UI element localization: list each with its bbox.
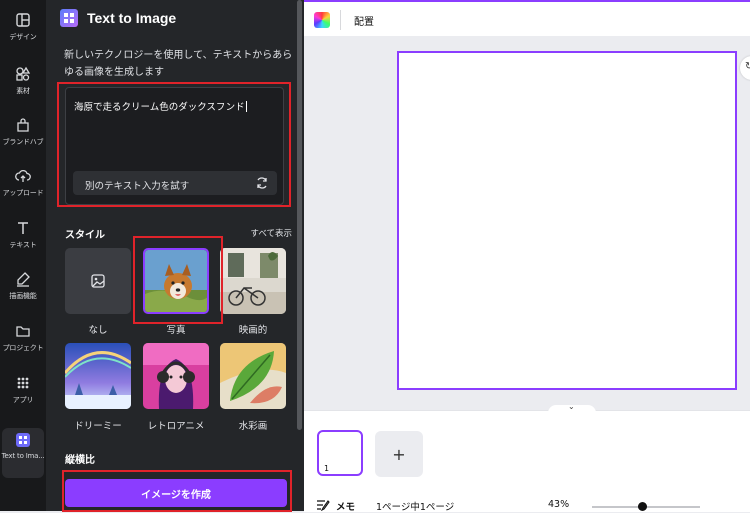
style-tile-photo[interactable] [143,248,209,314]
text-to-image-app-icon [60,9,78,27]
show-all-link[interactable]: すべて表示 [250,227,292,239]
retro-anime-style-preview [143,343,209,409]
style-tile-dreamy[interactable] [65,343,131,409]
style-label-retro-anime: レトロアニメ [147,421,205,432]
sidebar-item-brand-hub[interactable]: ブランドハブ [0,113,46,163]
style-label-cinematic: 映画的 [238,325,268,336]
watercolor-style-preview [220,343,286,409]
panel-scrollbar[interactable] [297,0,302,430]
editor-toolbar: 配置 [304,0,750,36]
style-tile-cinematic[interactable] [220,248,286,314]
style-label-dreamy: ドリーミー [74,421,122,432]
chevron-down-icon: ⌄ [568,402,575,411]
sidebar-item-label: テキスト [9,241,37,249]
panel-header: Text to Image [60,9,176,27]
elements-icon [16,66,31,81]
color-picker-icon[interactable] [314,12,330,28]
dreamy-style-preview [65,343,131,409]
sidebar-item-upload[interactable]: アップロード [0,164,46,214]
sidebar-item-label: プロジェクト [2,344,44,352]
text-caret [245,101,247,112]
text-to-image-panel: Text to Image 新しいテクノロジーを使用して、テキストからあらゆる画… [46,0,304,512]
draw-icon [17,272,30,287]
layout-icon [16,13,30,27]
text-icon [18,222,28,234]
retry-prompt-label: 別のテキスト入力を試す [85,181,190,192]
sidebar-item-text[interactable]: テキスト [0,216,46,266]
prompt-input[interactable]: 海原で走るクリーム色のダックスフンド 別のテキスト入力を試す [65,87,284,205]
style-label-watercolor: 水彩画 [238,421,268,432]
style-tile-none[interactable] [65,248,131,314]
arrange-button[interactable]: 配置 [354,13,374,28]
sidebar-item-label: アプリ [12,396,34,404]
prompt-text-wrapper: 海原で走るクリーム色のダックスフンド [74,99,247,113]
sidebar-item-label: 素材 [16,87,30,95]
canvas-area: ↻ [304,36,750,420]
left-navigation-rail: デザイン 素材 ブランドハブ アップロード テキスト 描画機能 プロジェクト ア… [0,0,46,511]
sidebar-item-label: アップロード [2,189,44,197]
photo-style-preview [145,250,207,312]
sidebar-item-label: ブランドハブ [2,138,44,146]
add-page-button[interactable]: + [375,431,423,477]
sidebar-item-projects[interactable]: プロジェクト [0,319,46,369]
create-image-button[interactable]: イメージを作成 [65,479,287,507]
folder-icon [16,326,30,337]
sidebar-item-elements[interactable]: 素材 [0,62,46,112]
retry-prompt-button[interactable]: 別のテキスト入力を試す [73,171,277,195]
sidebar-item-text-to-image[interactable]: Text to Ima... [1,428,45,478]
sidebar-item-draw[interactable]: 描画機能 [0,267,46,317]
toolbar-divider [340,10,341,30]
style-heading: スタイル [65,230,105,241]
text-to-image-icon [16,433,30,447]
design-page[interactable] [397,51,737,390]
notes-icon [317,500,330,511]
refresh-icon [257,177,267,189]
plus-icon: + [392,444,406,464]
style-tile-retro-anime[interactable] [143,343,209,409]
sidebar-item-design[interactable]: デザイン [0,8,46,58]
refresh-small-icon: ↻ [745,61,750,72]
pages-panel: ⌄ 1 + メモ 1ページ中1ページ 43% [304,402,750,513]
panel-description: 新しいテクノロジーを使用して、テキストからあらゆる画像を生成します [64,50,293,78]
canvas-side-button[interactable]: ↻ [740,56,750,80]
sidebar-item-label: デザイン [9,33,37,41]
pages-drawer-toggle[interactable]: ⌄ [548,402,596,413]
apps-icon [17,377,29,389]
sidebar-item-label: 描画機能 [9,292,37,300]
panel-title: Text to Image [87,10,177,26]
page-thumbnail-number: 1 [324,464,330,473]
prompt-value: 海原で走るクリーム色のダックスフンド [74,102,245,113]
style-label-none: なし [88,325,108,336]
sidebar-item-apps[interactable]: アプリ [0,371,46,421]
image-icon [91,274,105,288]
create-image-label: イメージを作成 [141,489,211,501]
aspect-ratio-heading: 縦横比 [65,455,95,466]
page-thumbnail[interactable]: 1 [317,430,363,476]
style-label-photo: 写真 [166,325,186,336]
style-tile-watercolor[interactable] [220,343,286,409]
sidebar-item-label: Text to Ima... [1,452,45,460]
cinematic-style-preview [220,248,286,314]
brand-icon [17,118,29,132]
zoom-slider-handle[interactable] [638,502,647,511]
zoom-value: 43% [548,499,570,510]
upload-icon [15,169,31,182]
